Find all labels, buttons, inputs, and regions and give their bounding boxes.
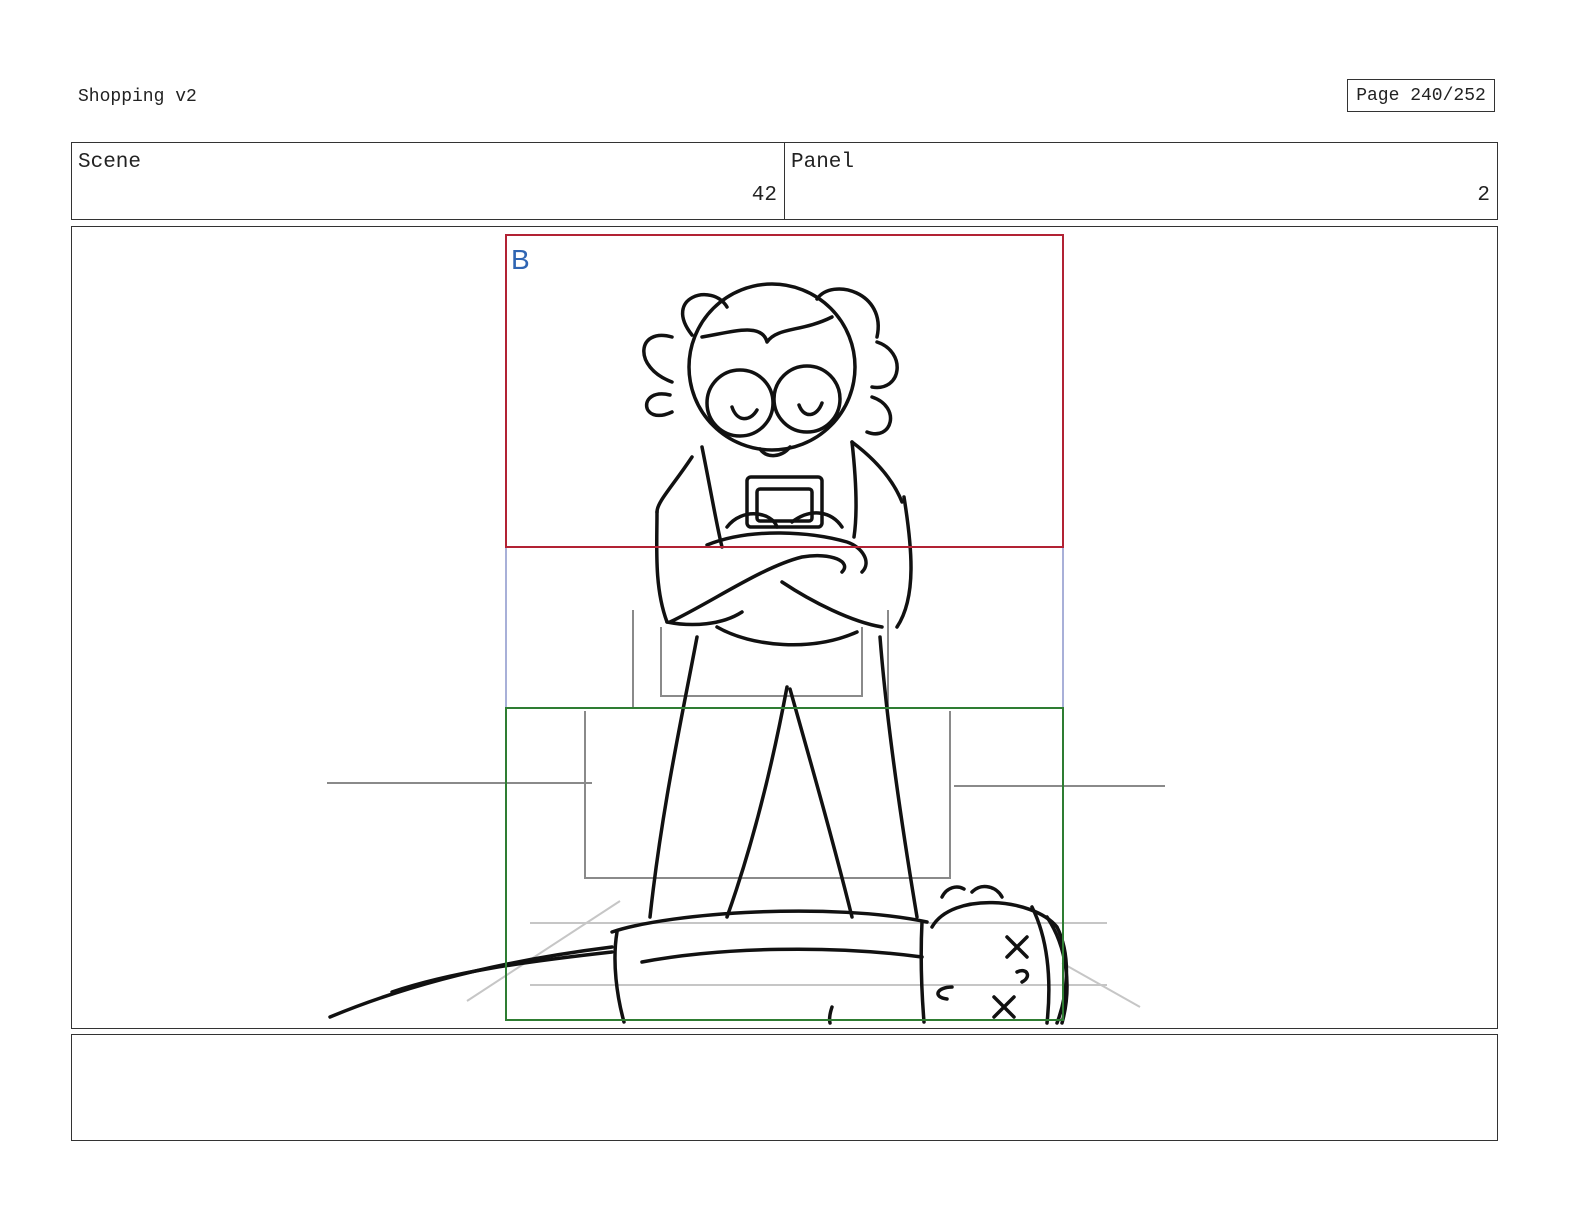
page-indicator: Page 240/252 (1347, 79, 1495, 112)
scene-label: Scene (78, 151, 142, 174)
storyboard-sketch: B (327, 234, 1165, 1025)
project-title: Shopping v2 (78, 87, 197, 107)
scene-number: 42 (751, 184, 777, 207)
panel-frame: B (71, 226, 1498, 1029)
lying-character (328, 884, 1069, 1025)
camera-label-b: B (511, 244, 530, 275)
panel-number: 2 (1477, 184, 1490, 207)
lower-camera-frame (505, 707, 1064, 1021)
panel-cell: Panel 2 (784, 143, 1497, 219)
guide-frame (505, 234, 1064, 709)
scene-panel-info: Scene 42 Panel 2 (71, 142, 1498, 220)
standing-character (642, 282, 919, 919)
camera-frame-b (505, 234, 1064, 548)
scene-cell: Scene 42 (72, 143, 784, 219)
background-guides (327, 610, 1165, 1008)
panel-notes (71, 1034, 1498, 1141)
panel-label: Panel (791, 151, 855, 174)
